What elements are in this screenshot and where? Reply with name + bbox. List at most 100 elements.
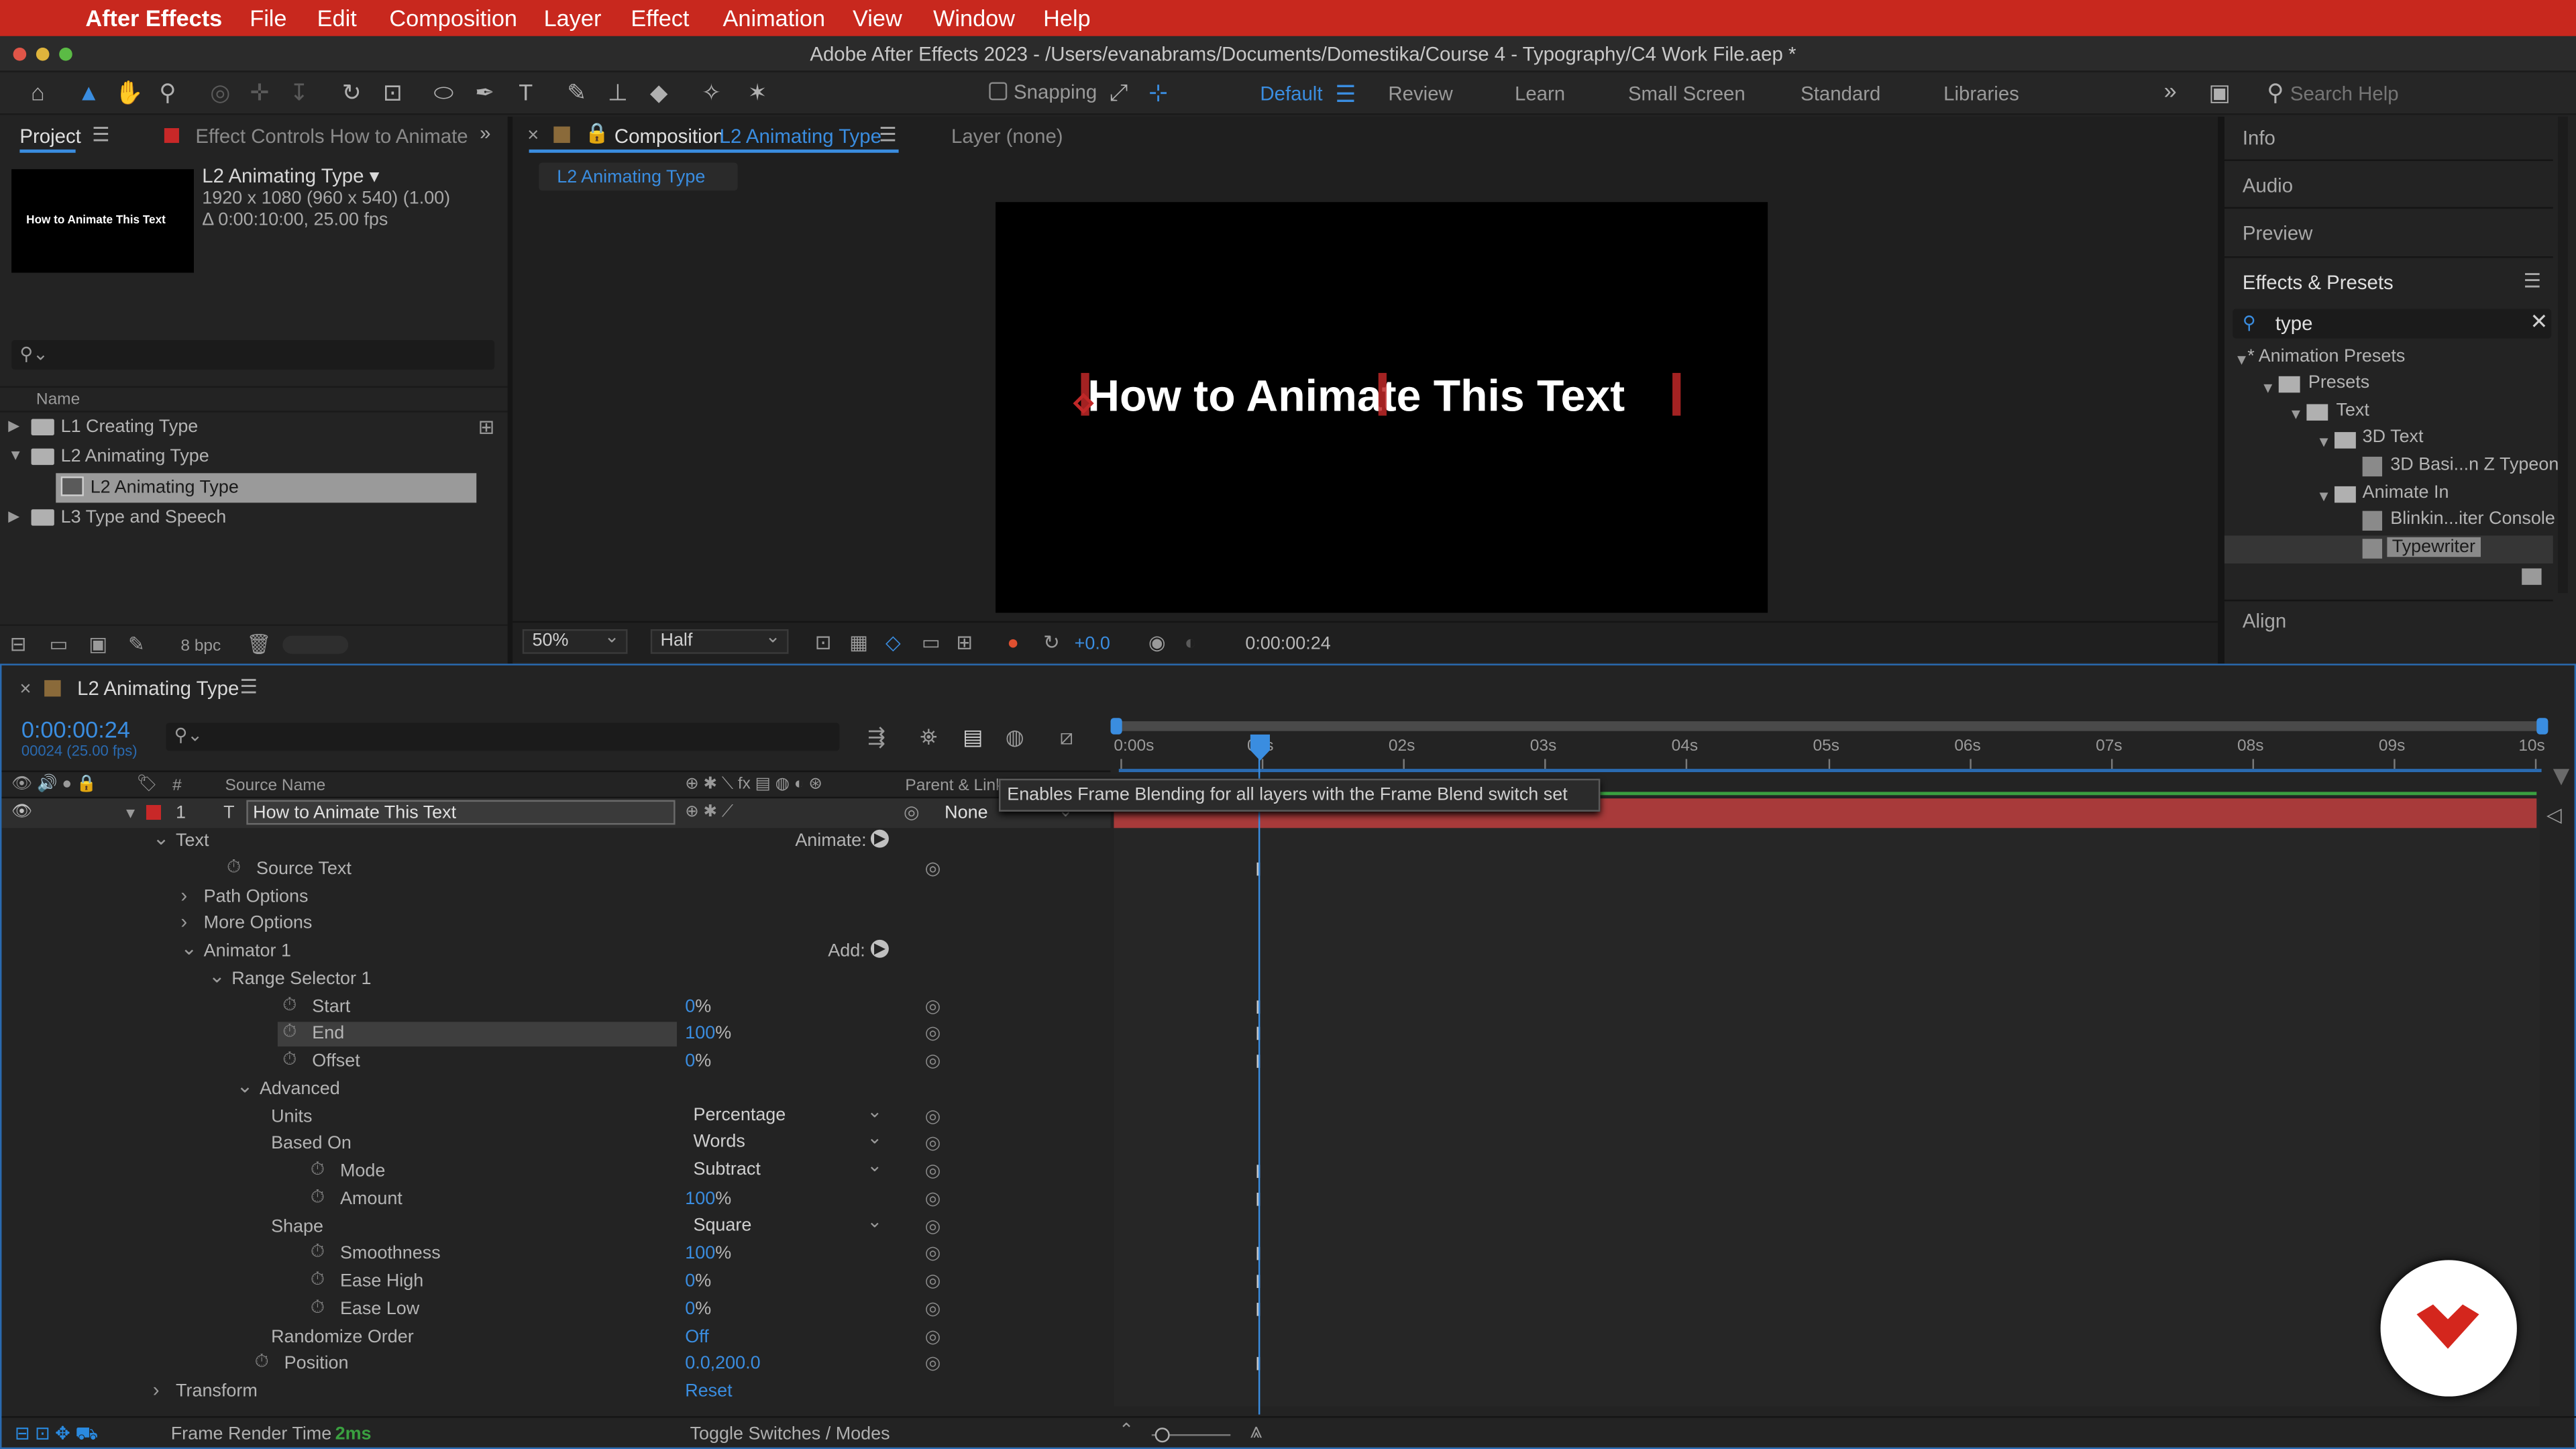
parent-dropdown[interactable]: None <box>945 802 987 824</box>
stopwatch-icon[interactable]: ⏱ <box>282 996 297 1017</box>
draft-3d-icon[interactable]: ⛯ <box>920 725 936 749</box>
anchor-tool-icon[interactable]: ⊡ <box>380 79 406 105</box>
workspace-review[interactable]: Review <box>1388 82 1452 105</box>
property-row[interactable]: › Path Options <box>1 884 1110 912</box>
animate-menu-label[interactable]: Animate: <box>795 831 866 851</box>
breadcrumb-item[interactable]: L2 Animating Type <box>557 166 705 189</box>
project-tab[interactable]: Project <box>19 125 80 148</box>
property-row[interactable]: Units Percentage ◎ <box>1 1102 1110 1132</box>
collapse-icon[interactable]: ▼ <box>2235 352 2249 368</box>
breadcrumb[interactable]: L2 Animating Type <box>539 162 738 191</box>
property-dropdown[interactable]: Percentage <box>685 1102 889 1130</box>
property-row[interactable]: Shape Square ◎ <box>1 1212 1110 1242</box>
effect-controls-tab[interactable]: Effect Controls How to Animate <box>195 125 468 148</box>
motion-blur-icon[interactable]: ◍ <box>1006 725 1024 749</box>
effects-menu-icon[interactable]: ☰ <box>2524 270 2541 292</box>
expression-pickwhip-icon[interactable]: ◎ <box>925 1050 941 1071</box>
menu-file[interactable]: File <box>250 5 286 31</box>
menu-view[interactable]: View <box>853 5 902 31</box>
project-settings-icon[interactable]: ✎ <box>128 633 145 655</box>
new-comp-icon[interactable]: ▣ <box>89 633 107 655</box>
property-value[interactable]: 100% <box>685 1024 731 1043</box>
timeline-end-marker-icon[interactable] <box>2553 769 2570 786</box>
menu-help[interactable]: Help <box>1043 5 1091 31</box>
selection-tool-icon[interactable]: ▲ <box>76 79 102 105</box>
timeline-menu-icon[interactable]: ☰ <box>240 676 258 698</box>
stopwatch-icon[interactable]: ⏱ <box>227 857 241 879</box>
transparency-grid-icon[interactable]: ▦ <box>849 631 868 653</box>
expression-pickwhip-icon[interactable]: ◎ <box>925 1326 941 1347</box>
project-search-input[interactable]: ⚲⌄ <box>11 339 495 370</box>
zoom-dropdown[interactable]: 50% <box>522 628 628 654</box>
search-help-input[interactable] <box>2290 78 2553 107</box>
layer-name-field[interactable]: How to Animate This Text <box>246 800 676 825</box>
timeline-tab[interactable]: L2 Animating Type <box>77 677 239 700</box>
property-value[interactable]: 0% <box>685 998 711 1017</box>
comp-tab-label[interactable]: Composition <box>614 125 724 148</box>
ellipse-tool-icon[interactable]: ⬭ <box>431 79 457 105</box>
collapse-icon[interactable]: ▼ <box>8 447 23 463</box>
bit-depth-button[interactable]: 8 bpc <box>180 636 221 659</box>
collapse-icon[interactable]: ⌄ <box>209 965 225 987</box>
expression-pickwhip-icon[interactable]: ◎ <box>925 1298 941 1319</box>
zoom-slider-handle[interactable] <box>1155 1428 1170 1443</box>
tree-item-animate-in[interactable]: Animate In <box>2363 483 2449 502</box>
clear-search-icon[interactable]: ✕ <box>2530 310 2548 333</box>
property-row[interactable]: ⏱ Mode Subtract ◎ <box>1 1157 1110 1187</box>
panel-divider[interactable] <box>507 116 513 664</box>
property-row[interactable]: Based On Words ◎ <box>1 1128 1110 1159</box>
zoom-in-icon[interactable]: ⩓ <box>1250 1419 1263 1442</box>
region-of-interest-icon[interactable]: ▭ <box>922 631 941 653</box>
frame-blending-icon[interactable]: ▤ <box>963 725 983 749</box>
menu-effect[interactable]: Effect <box>631 5 689 31</box>
stopwatch-icon[interactable]: ⏱ <box>311 1160 325 1181</box>
property-row[interactable]: › More Options <box>1 910 1110 938</box>
mask-visibility-icon[interactable]: ◇ <box>885 631 901 653</box>
exposure-value[interactable]: +0.0 <box>1075 633 1110 655</box>
property-row[interactable]: ⏱ Start 0% ◎ <box>1 994 1110 1022</box>
property-row[interactable]: ⏱ Ease Low 0% ◎ <box>1 1296 1110 1324</box>
fast-preview-icon[interactable]: ⊡ <box>815 631 832 653</box>
expression-pickwhip-icon[interactable]: ◎ <box>925 1242 941 1263</box>
expression-pickwhip-icon[interactable]: ◎ <box>925 1160 941 1181</box>
flowchart-icon[interactable]: ⊞ <box>478 416 495 439</box>
tree-item-typewriter[interactable]: Typewriter <box>2387 537 2481 557</box>
interpret-footage-icon[interactable]: ⊟ <box>10 633 27 655</box>
reset-exposure-icon[interactable]: ↻ <box>1043 631 1060 653</box>
label-tag-icon[interactable]: 🏷 <box>136 773 157 796</box>
snap-features-icon[interactable]: ⊹ <box>1145 79 1171 105</box>
info-panel-header[interactable]: Info <box>2243 127 2275 150</box>
timeline-timecode[interactable]: 0:00:00:24 <box>21 716 130 745</box>
collapse-icon[interactable]: ▼ <box>2261 380 2275 396</box>
expression-pickwhip-icon[interactable]: ◎ <box>925 1216 941 1237</box>
column-source-name[interactable]: Source Name <box>225 775 326 798</box>
tree-item-text[interactable]: Text <box>2336 401 2369 421</box>
brush-tool-icon[interactable]: ✎ <box>564 79 590 105</box>
expression-pickwhip-icon[interactable]: ◎ <box>925 1352 941 1373</box>
collapse-icon[interactable]: ▼ <box>2316 434 2331 450</box>
close-comp-tab-icon[interactable]: × <box>527 123 539 146</box>
list-item[interactable]: ▶ L1 Creating Type ⊞ <box>0 414 509 442</box>
thumbnail-slider[interactable] <box>282 635 349 654</box>
type-tool-icon[interactable]: T <box>513 79 539 105</box>
clone-stamp-icon[interactable]: ⊥ <box>604 79 631 105</box>
menu-window[interactable]: Window <box>933 5 1015 31</box>
column-name[interactable]: Name <box>36 389 80 412</box>
comp-menu-icon[interactable]: ☰ <box>879 123 896 146</box>
expression-pickwhip-icon[interactable]: ◎ <box>925 1106 941 1127</box>
comp-canvas[interactable]: How to Animate This Text <box>996 202 1768 613</box>
grid-guides-icon[interactable]: ⊞ <box>956 631 973 653</box>
dolly-tool-icon[interactable]: ↧ <box>286 79 312 105</box>
tree-item-3d-basic-typeon[interactable]: 3D Basi...n Z Typeon <box>2390 455 2559 474</box>
expand-icon[interactable]: › <box>153 1379 160 1401</box>
pickwhip-icon[interactable]: ◎ <box>904 802 920 824</box>
current-time-display[interactable]: 0:00:00:24 <box>1245 633 1330 655</box>
layer-visibility-icon[interactable]: 👁 <box>11 802 32 824</box>
zoom-window-button[interactable] <box>59 48 72 61</box>
property-row[interactable]: ⏱ Smoothness 100% ◎ <box>1 1240 1110 1269</box>
property-value[interactable]: 0% <box>685 1299 711 1319</box>
effects-presets-header[interactable]: Effects & Presets <box>2243 271 2394 294</box>
snapping-checkbox[interactable] <box>989 82 1008 101</box>
property-value[interactable]: 0.0,200.0 <box>685 1354 760 1373</box>
stopwatch-icon[interactable]: ⏱ <box>311 1298 325 1320</box>
